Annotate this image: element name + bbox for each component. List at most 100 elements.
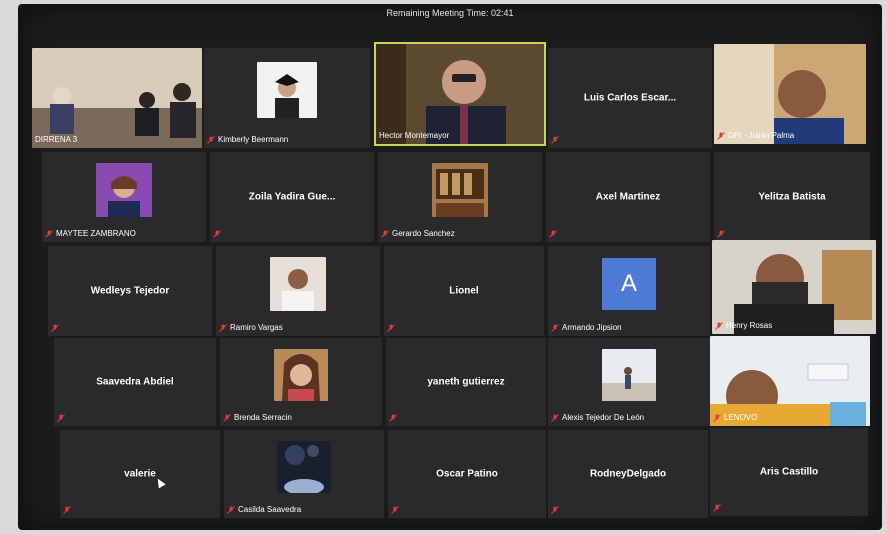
participant-tile[interactable]: Axel Martinez <box>546 152 710 242</box>
profile-photo <box>432 162 488 217</box>
video-feed <box>32 48 202 148</box>
video-feed <box>714 44 866 144</box>
participant-name: Kimberly Beermann <box>218 135 289 144</box>
participant-tile[interactable]: Gerardo Sanchez <box>378 152 542 242</box>
participant-display-name: valerie <box>124 468 156 480</box>
participant-label <box>713 502 721 513</box>
participant-tile[interactable]: Lionel <box>384 246 544 336</box>
muted-mic-icon <box>551 323 559 332</box>
avatar: A <box>602 257 656 310</box>
participant-label <box>51 322 59 333</box>
participant-label: DIRRENA 3 <box>35 134 77 145</box>
participant-tile[interactable]: Henry Rosas <box>712 240 876 334</box>
muted-mic-icon <box>63 505 71 514</box>
participant-name: Alexis Tejedor De León <box>562 413 645 422</box>
participant-tile[interactable]: MAYTEE ZAMBRANO <box>42 152 206 242</box>
muted-mic-icon <box>45 229 53 238</box>
participant-tile[interactable]: yaneth gutierrez <box>386 338 546 426</box>
participant-label <box>549 228 557 239</box>
participant-tile[interactable]: Luis Carlos Escar... <box>548 48 712 148</box>
participant-label: MAYTEE ZAMBRANO <box>45 228 136 239</box>
participant-tile[interactable]: Casilda Saavedra <box>224 430 384 518</box>
participant-tile[interactable]: RodneyDelgado <box>548 430 708 518</box>
participant-tile[interactable]: A Armando Jipsion <box>548 246 710 336</box>
participant-label: LENOVO <box>713 412 757 423</box>
participant-tile[interactable]: DPI - Julián Palma <box>714 44 866 144</box>
muted-mic-icon <box>551 413 559 422</box>
participant-tile[interactable]: valerie <box>60 430 220 518</box>
participant-name: Ramiro Vargas <box>230 323 283 332</box>
participant-display-name: Saavedra Abdiel <box>96 376 174 388</box>
participant-label <box>213 228 221 239</box>
participant-tile[interactable]: Saavedra Abdiel <box>54 338 216 426</box>
participant-tile[interactable]: Yelitza Batista <box>714 152 870 242</box>
muted-mic-icon <box>381 229 389 238</box>
participant-tile[interactable]: Alexis Tejedor De León <box>548 338 710 426</box>
avatar-letter: A <box>620 269 637 297</box>
participant-tile[interactable]: Kimberly Beermann <box>204 48 370 148</box>
participant-tile[interactable]: DIRRENA 3 <box>32 48 202 148</box>
participant-label <box>551 134 559 145</box>
muted-mic-icon <box>551 505 559 514</box>
participant-name: LENOVO <box>724 413 758 422</box>
profile-photo <box>274 348 328 401</box>
participant-label <box>57 412 65 423</box>
participant-display-name: Wedleys Tejedor <box>90 285 170 297</box>
muted-mic-icon <box>713 503 721 512</box>
participant-display-name: Luis Carlos Escar... <box>583 92 677 104</box>
zoom-window: Remaining Meeting Time: 02:41 DIRRENA 3 … <box>18 4 882 530</box>
participant-label: Henry Rosas <box>715 320 772 331</box>
participant-tile[interactable]: Brenda Serracin <box>220 338 382 426</box>
muted-mic-icon <box>207 135 215 144</box>
participant-tile[interactable]: LENOVO <box>710 336 870 426</box>
participant-label: Alexis Tejedor De León <box>551 412 644 423</box>
participant-display-name: Aris Castillo <box>759 466 819 478</box>
muted-mic-icon <box>57 413 65 422</box>
participant-label: Casilda Saavedra <box>227 504 301 515</box>
participant-name: DPI - Julián Palma <box>728 131 795 140</box>
participant-label: Armando Jipsion <box>551 322 622 333</box>
participant-label <box>389 412 397 423</box>
participant-display-name: Yelitza Batista <box>758 191 826 203</box>
participant-label: Brenda Serracin <box>223 412 292 423</box>
participant-display-name: Axel Martinez <box>595 191 661 203</box>
participant-name: Brenda Serracin <box>234 413 292 422</box>
participant-name: Hector Montemayor <box>379 131 450 140</box>
muted-mic-icon <box>715 321 723 330</box>
participant-display-name: Oscar Patino <box>436 468 498 480</box>
muted-mic-icon <box>551 135 559 144</box>
profile-photo <box>270 256 326 311</box>
participant-display-name: yaneth gutierrez <box>427 376 505 388</box>
participant-display-name: RodneyDelgado <box>589 468 667 480</box>
profile-photo <box>96 162 152 217</box>
remaining-time-banner: Remaining Meeting Time: 02:41 <box>386 8 514 18</box>
participant-label <box>391 504 399 515</box>
participant-name: Casilda Saavedra <box>238 505 302 514</box>
participant-tile[interactable]: Wedleys Tejedor <box>48 246 212 336</box>
participant-label <box>63 504 71 515</box>
participant-label <box>551 504 559 515</box>
participant-name: MAYTEE ZAMBRANO <box>56 229 136 238</box>
participant-label: Ramiro Vargas <box>219 322 283 333</box>
muted-mic-icon <box>717 131 725 140</box>
participant-tile[interactable]: Ramiro Vargas <box>216 246 380 336</box>
video-feed <box>376 44 544 144</box>
participant-display-name: Zoila Yadira Gue... <box>248 191 336 203</box>
participant-tile[interactable]: Zoila Yadira Gue... <box>210 152 374 242</box>
muted-mic-icon <box>549 229 557 238</box>
muted-mic-icon <box>227 505 235 514</box>
participant-label <box>387 322 395 333</box>
participant-tile[interactable]: Oscar Patino <box>388 430 546 518</box>
participant-label: Hector Montemayor <box>379 130 449 141</box>
profile-photo <box>602 348 656 401</box>
muted-mic-icon <box>389 413 397 422</box>
muted-mic-icon <box>213 229 221 238</box>
muted-mic-icon <box>51 323 59 332</box>
participant-tile[interactable]: Aris Castillo <box>710 428 868 516</box>
participant-name: DIRRENA 3 <box>35 135 78 144</box>
participant-name: Henry Rosas <box>726 321 773 330</box>
participant-display-name: Lionel <box>449 285 479 297</box>
muted-mic-icon <box>387 323 395 332</box>
participant-tile-active-speaker[interactable]: Hector Montemayor <box>374 42 546 146</box>
muted-mic-icon <box>717 229 725 238</box>
